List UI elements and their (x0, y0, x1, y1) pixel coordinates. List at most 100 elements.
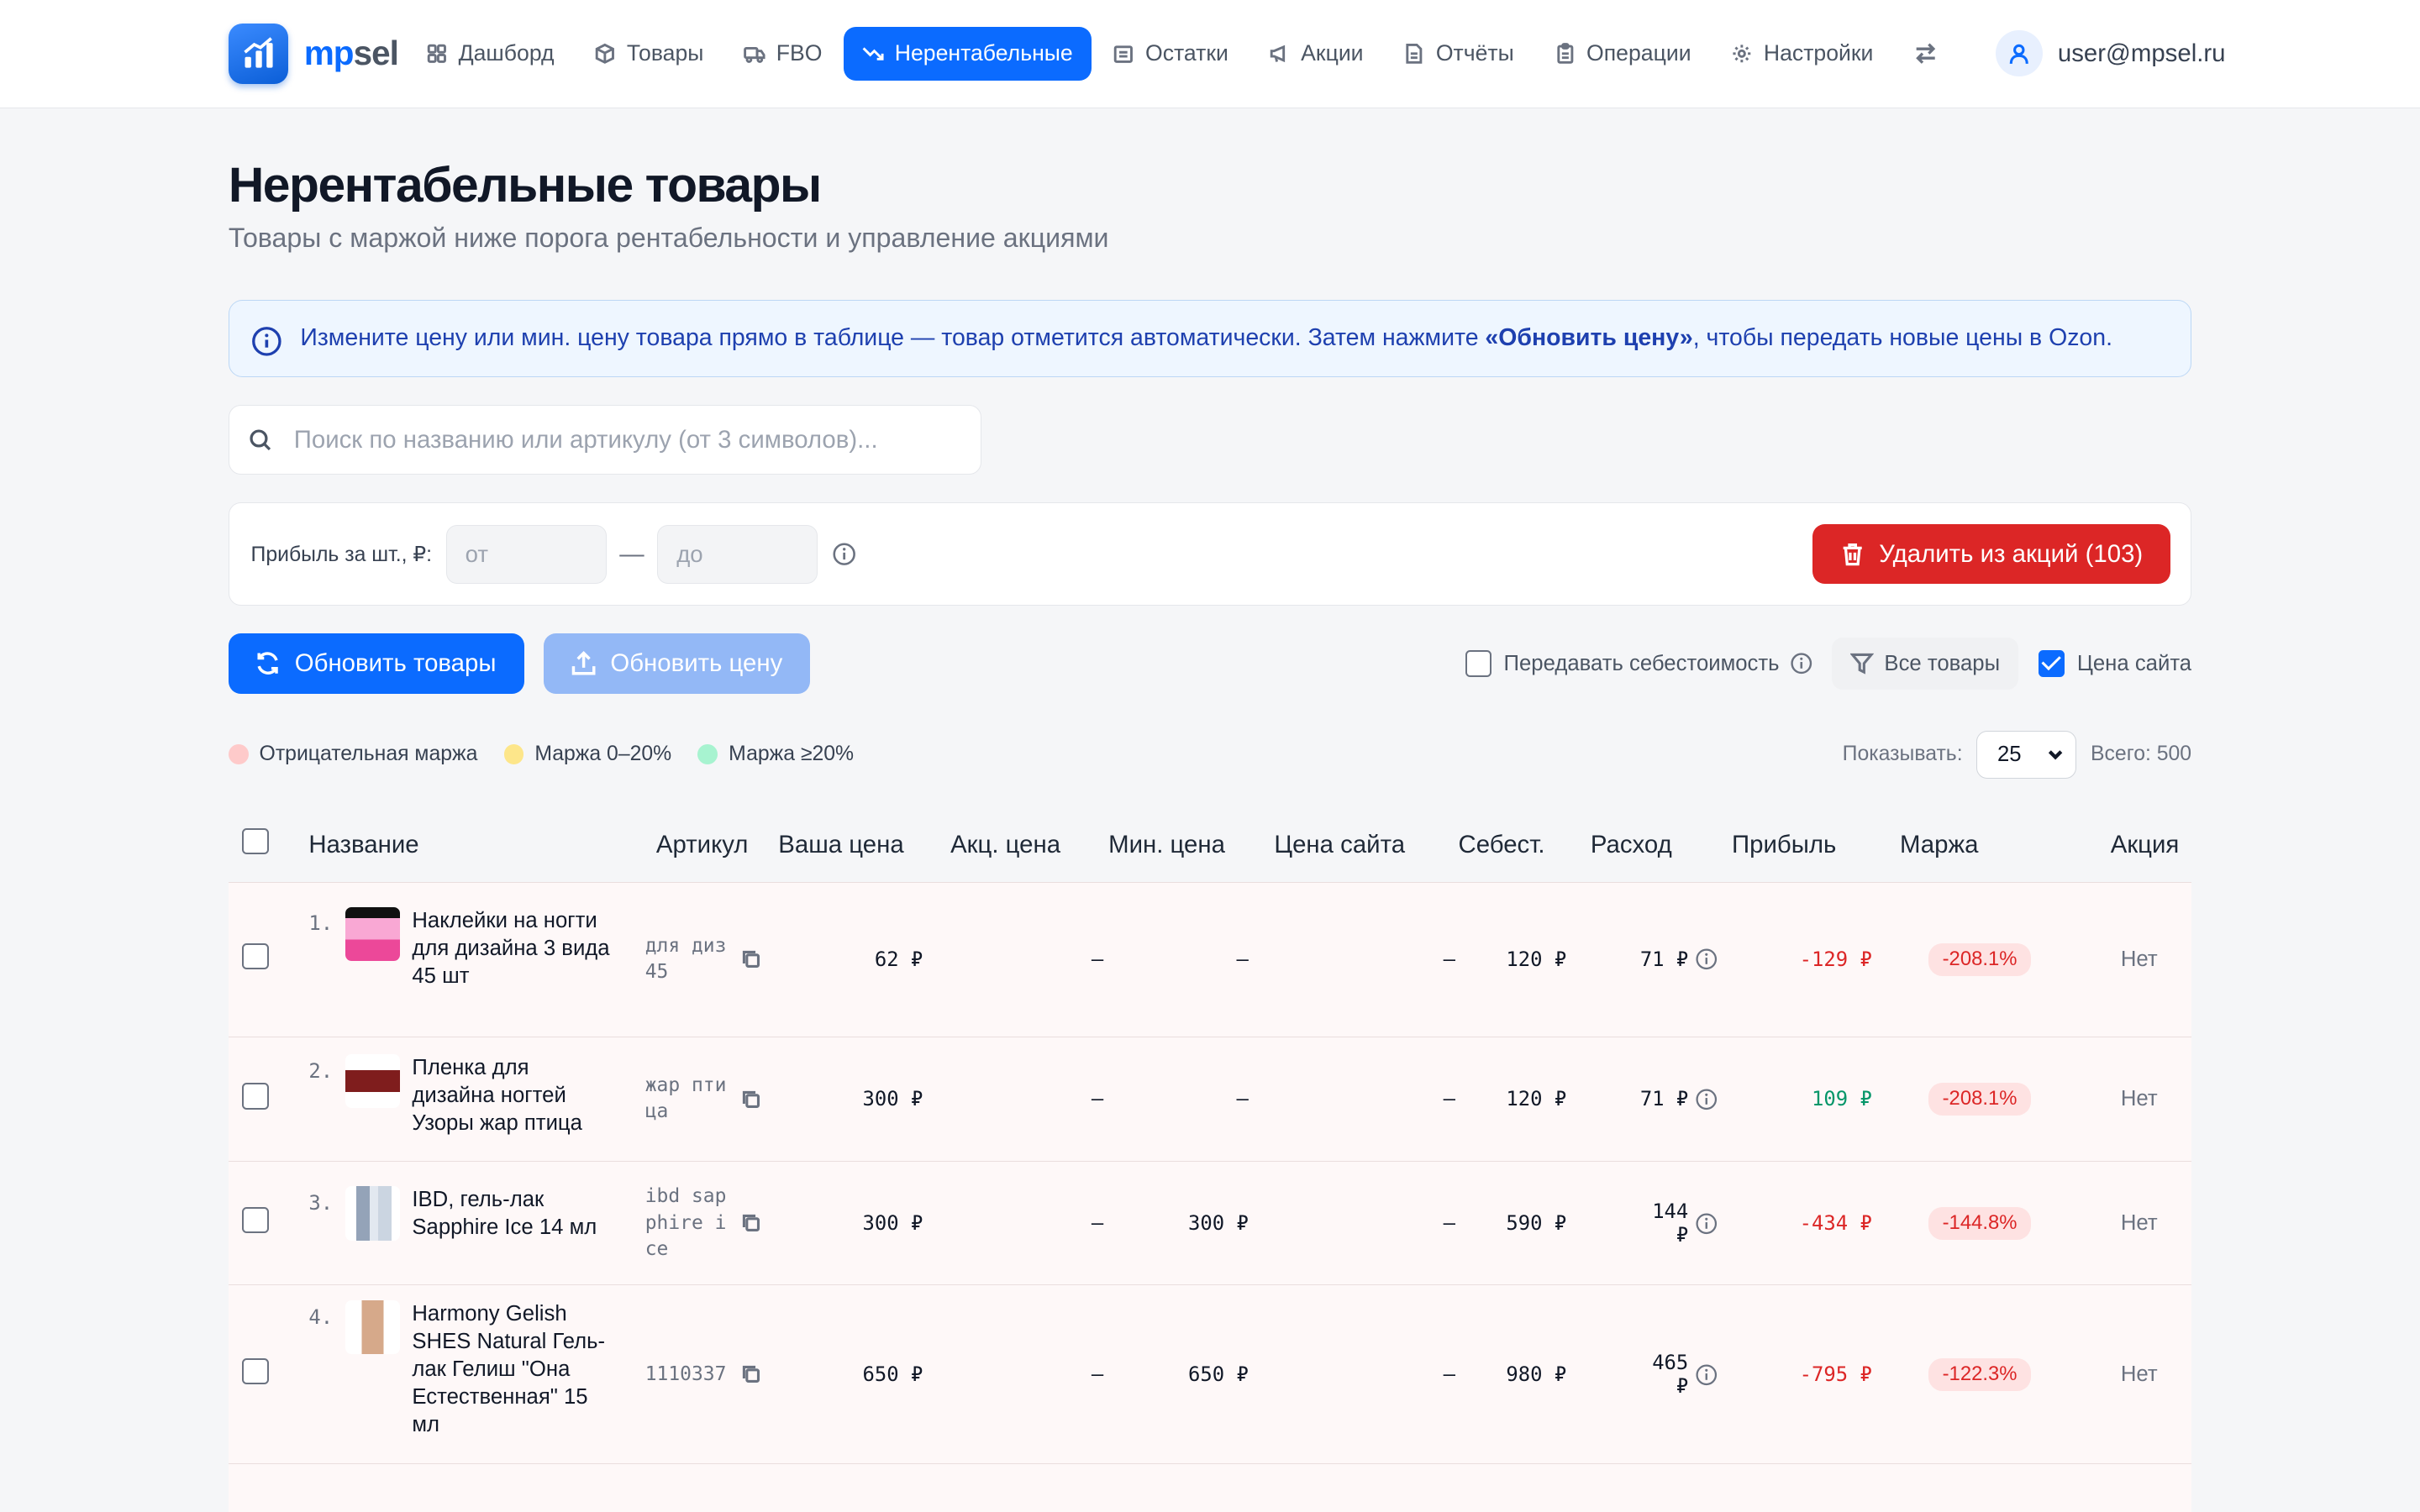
promo-price-cell: — (1091, 948, 1104, 972)
col-site-price[interactable]: Цена сайта (1236, 831, 1449, 859)
col-promo[interactable]: Акция (2018, 831, 2180, 859)
search-input[interactable] (293, 425, 963, 454)
col-price[interactable]: Ваша цена (771, 831, 919, 859)
nav-reports[interactable]: Отчёты (1385, 29, 1533, 79)
col-cost[interactable]: Себест. (1449, 831, 1555, 859)
nav-unprofitable[interactable]: Нерентабельные (844, 26, 1092, 81)
min-price-cell[interactable]: — (1110, 948, 1248, 971)
all-goods-filter[interactable]: Все товары (1832, 637, 2019, 690)
info-icon[interactable] (1695, 1363, 1718, 1387)
user-icon (2009, 44, 2029, 64)
min-price-cell[interactable]: — (1110, 1087, 1248, 1110)
legend-item: Отрицательная маржа (228, 743, 477, 766)
copy-icon[interactable] (741, 1213, 761, 1233)
warehouse-icon (1114, 45, 1134, 63)
product-name[interactable]: Пленка для дизайна ногтей Узоры жар птиц… (412, 1054, 615, 1137)
top-nav: mpsel Дашборд Товары FBO Нерентабельные … (0, 0, 2420, 108)
col-name[interactable]: Название (308, 831, 644, 859)
table-row[interactable]: 3. IBD, гель-лак Sapphire Ice 14 мл ibd … (228, 1161, 2192, 1285)
col-article[interactable]: Артикул (633, 831, 771, 859)
info-icon[interactable] (1695, 948, 1718, 971)
product-name[interactable]: Наклейки на ногти для дизайна 3 вида 45 … (412, 907, 615, 990)
promo-price-cell: — (1091, 1362, 1104, 1387)
promo-cell: Нет (2120, 1086, 2158, 1110)
price-cell[interactable]: 300 ₽ (784, 1087, 932, 1110)
chevron-down-icon (2048, 750, 2062, 760)
remove-from-promos-button[interactable]: Удалить из акций (103) (1812, 523, 2171, 585)
min-price-cell[interactable]: 300 ₽ (1110, 1211, 1249, 1235)
site-price-label: Цена сайта (2076, 651, 2192, 675)
nav-label: Товары (626, 40, 704, 66)
table-row[interactable]: 1. Наклейки на ногти для дизайна 3 вида … (228, 881, 2192, 1037)
article-text: 1110337 (644, 1362, 727, 1385)
row-checkbox[interactable] (242, 943, 269, 970)
price-cell[interactable]: 62 ₽ (784, 948, 932, 971)
profit-to-input[interactable] (657, 524, 818, 584)
row-checkbox[interactable] (242, 1083, 269, 1110)
info-icon[interactable] (1695, 1212, 1718, 1236)
clipboard-icon (1556, 43, 1573, 64)
site-price-checkbox[interactable] (2038, 650, 2065, 677)
col-margin[interactable]: Маржа (1860, 831, 2018, 859)
all-goods-label: Все товары (1884, 651, 2001, 675)
col-profit[interactable]: Прибыль (1708, 831, 1860, 859)
nav-promos[interactable]: Акции (1250, 29, 1382, 79)
col-promo-price[interactable]: Акц. цена (920, 831, 1097, 859)
info-icon[interactable] (1695, 1088, 1718, 1111)
nav-dashboard[interactable]: Дашборд (408, 29, 573, 79)
copy-icon[interactable] (741, 1364, 761, 1384)
info-icon[interactable] (1790, 652, 1813, 675)
info-icon (251, 326, 281, 356)
legend-label: Маржа ≥20% (729, 743, 855, 766)
copy-icon[interactable] (741, 1089, 761, 1110)
col-expense[interactable]: Расход (1555, 831, 1709, 859)
profit-cell: 109 ₽ (1812, 1087, 1872, 1111)
nav-label: Операции (1586, 40, 1691, 66)
nav-goods[interactable]: Товары (576, 29, 722, 79)
update-price-button[interactable]: Обновить цену (544, 633, 811, 694)
actions-bar: Обновить товары Обновить цену Передавать… (228, 633, 2192, 694)
logo[interactable]: mpsel (228, 23, 399, 84)
per-page-select[interactable]: 25 (1976, 730, 2077, 779)
promo-cell: Нет (2120, 1362, 2158, 1386)
swap-button[interactable] (1901, 32, 1950, 75)
price-cell[interactable]: 300 ₽ (784, 1211, 932, 1235)
nav-operations[interactable]: Операции (1535, 29, 1709, 79)
table-row[interactable]: 2. Пленка для дизайна ногтей Узоры жар п… (228, 1036, 2192, 1162)
info-text-before: Измените цену или мин. цену товара прямо… (300, 324, 1486, 352)
row-checkbox[interactable] (242, 1358, 269, 1385)
user-menu[interactable]: user@mpsel.ru (1996, 30, 2226, 77)
transfer-cost-checkbox[interactable] (1465, 650, 1491, 677)
promo-price-cell: — (1091, 1087, 1104, 1111)
product-name[interactable]: IBD, гель-лак Sapphire Ice 14 мл (412, 1186, 615, 1242)
nav-label: Отчёты (1435, 40, 1514, 66)
nav-settings[interactable]: Настройки (1712, 29, 1891, 79)
min-price-cell[interactable]: 650 ₽ (1110, 1362, 1249, 1386)
select-all-checkbox[interactable] (242, 828, 269, 855)
profit-cell: -434 ₽ (1799, 1211, 1872, 1236)
promo-cell: Нет (2120, 1210, 2158, 1235)
info-icon[interactable] (832, 542, 856, 566)
row-number: 2. (308, 1058, 334, 1083)
show-label: Показывать: (1842, 743, 1963, 766)
nav-fbo[interactable]: FBO (725, 29, 840, 79)
site-price-cell: — (1443, 948, 1455, 972)
product-name[interactable]: Harmony Gelish SHES Natural Гель-лак Гел… (412, 1300, 615, 1439)
copy-icon[interactable] (741, 949, 761, 969)
table-row[interactable]: 4. Harmony Gelish SHES Natural Гель-лак … (228, 1284, 2192, 1464)
price-cell[interactable]: 650 ₽ (784, 1362, 932, 1386)
refresh-goods-button[interactable]: Обновить товары (228, 633, 524, 694)
profit-from-input[interactable] (445, 524, 607, 584)
promo-price-cell: — (1091, 1211, 1104, 1236)
logo-text-a: mp (303, 34, 355, 73)
nav-stock[interactable]: Остатки (1094, 29, 1246, 79)
table-row[interactable] (228, 1463, 2192, 1512)
margin-badge: -122.3% (1928, 1357, 2031, 1391)
promo-cell: Нет (2120, 947, 2158, 971)
site-price-cell: — (1443, 1362, 1455, 1387)
legend-item: Маржа 0–20% (503, 743, 671, 766)
col-min-price[interactable]: Мин. цена (1097, 831, 1236, 859)
row-checkbox[interactable] (242, 1207, 269, 1234)
filter-icon (1850, 654, 1874, 675)
update-price-label: Обновить цену (610, 649, 783, 678)
